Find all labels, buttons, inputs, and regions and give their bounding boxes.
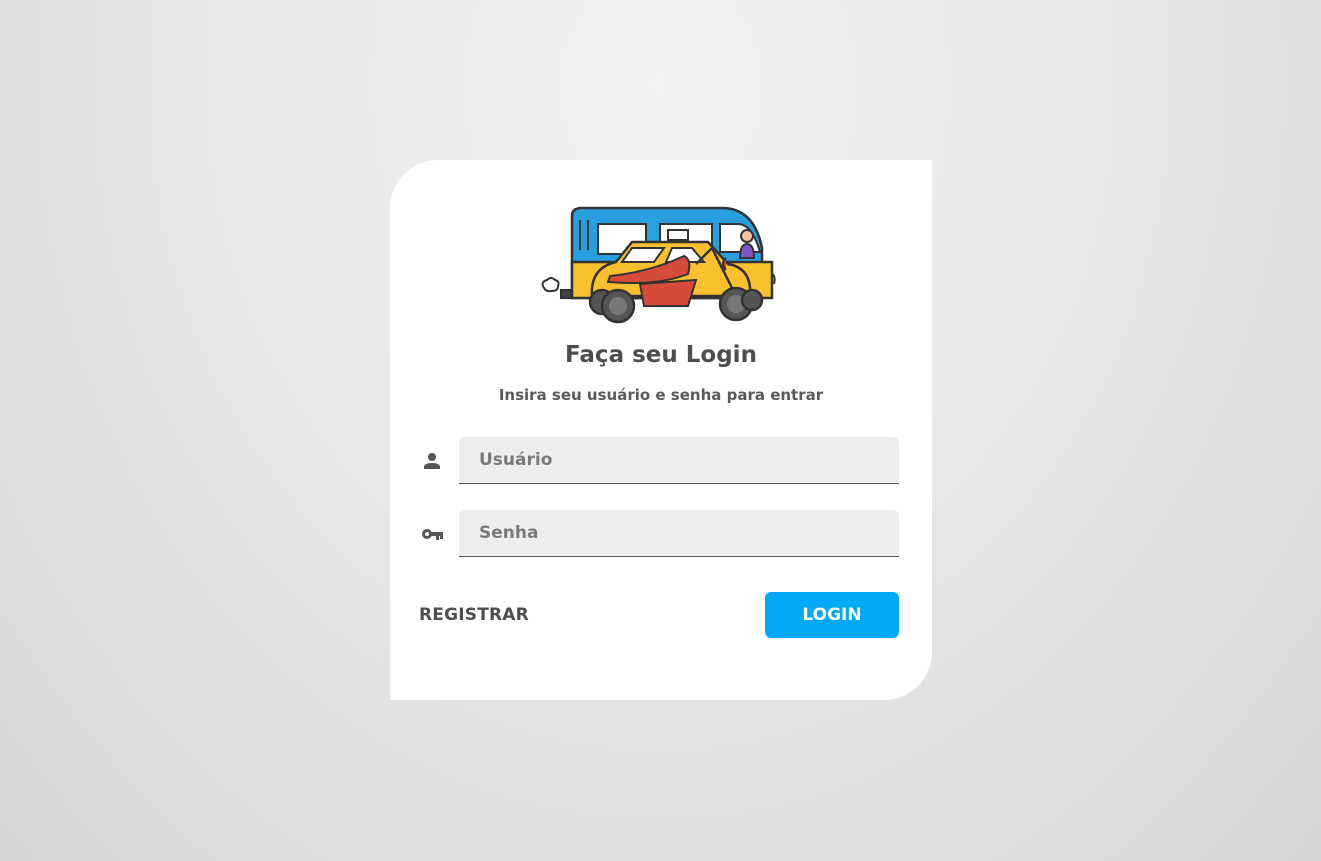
page-title: Faça seu Login bbox=[565, 342, 757, 368]
bus-car-bike-logo-icon bbox=[541, 206, 776, 324]
password-row bbox=[420, 510, 899, 558]
person-icon bbox=[424, 453, 440, 469]
username-input[interactable] bbox=[459, 437, 899, 484]
username-row bbox=[420, 437, 899, 485]
page-subtitle: Insira seu usuário e senha para entrar bbox=[498, 386, 824, 404]
login-card: Faça seu Login Insira seu usuário e senh… bbox=[390, 160, 932, 700]
password-input[interactable] bbox=[459, 510, 899, 557]
login-button[interactable]: LOGIN bbox=[765, 592, 899, 638]
register-button[interactable]: REGISTRAR bbox=[419, 600, 529, 630]
key-icon bbox=[422, 529, 443, 540]
